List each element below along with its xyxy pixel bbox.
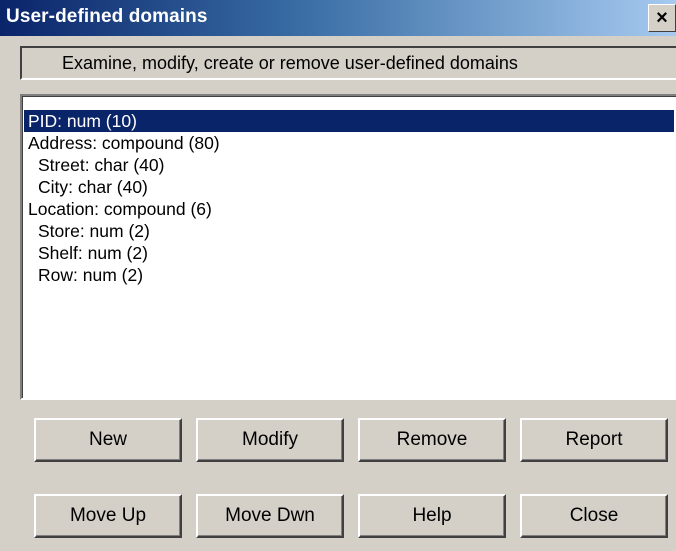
- list-item[interactable]: Shelf: num (2): [24, 242, 674, 264]
- close-button[interactable]: Close: [520, 494, 668, 538]
- modify-button[interactable]: Modify: [196, 418, 344, 462]
- help-button[interactable]: Help: [358, 494, 506, 538]
- window-title: User-defined domains: [6, 6, 208, 27]
- list-item[interactable]: Address: compound (80): [24, 132, 674, 154]
- list-item[interactable]: Location: compound (6): [24, 198, 674, 220]
- move-down-button[interactable]: Move Dwn: [196, 494, 344, 538]
- dialog-window: User-defined domains × Examine, modify, …: [0, 0, 676, 551]
- move-up-button[interactable]: Move Up: [34, 494, 182, 538]
- list-item[interactable]: Row: num (2): [24, 264, 674, 286]
- list-item[interactable]: Store: num (2): [24, 220, 674, 242]
- list-item-label: City: char (40): [38, 177, 148, 197]
- list-item-label: Store: num (2): [38, 221, 150, 241]
- close-icon[interactable]: ×: [648, 4, 676, 32]
- list-item[interactable]: City: char (40): [24, 176, 674, 198]
- new-button[interactable]: New: [34, 418, 182, 462]
- list-item-label: Location: compound (6): [28, 199, 212, 219]
- list-item-label: Street: char (40): [38, 155, 165, 175]
- list-item-label: Address: compound (80): [28, 133, 220, 153]
- domain-list[interactable]: PID: num (10) Address: compound (80) Str…: [20, 94, 676, 400]
- dialog-description: Examine, modify, create or remove user-d…: [20, 46, 676, 80]
- list-item[interactable]: PID: num (10): [24, 110, 674, 132]
- report-button[interactable]: Report: [520, 418, 668, 462]
- remove-button[interactable]: Remove: [358, 418, 506, 462]
- title-bar[interactable]: User-defined domains ×: [0, 0, 676, 36]
- list-item-label: Row: num (2): [38, 265, 144, 285]
- list-item-label: PID: num (10): [28, 111, 137, 131]
- list-item[interactable]: Street: char (40): [24, 154, 674, 176]
- list-item-label: Shelf: num (2): [38, 243, 148, 263]
